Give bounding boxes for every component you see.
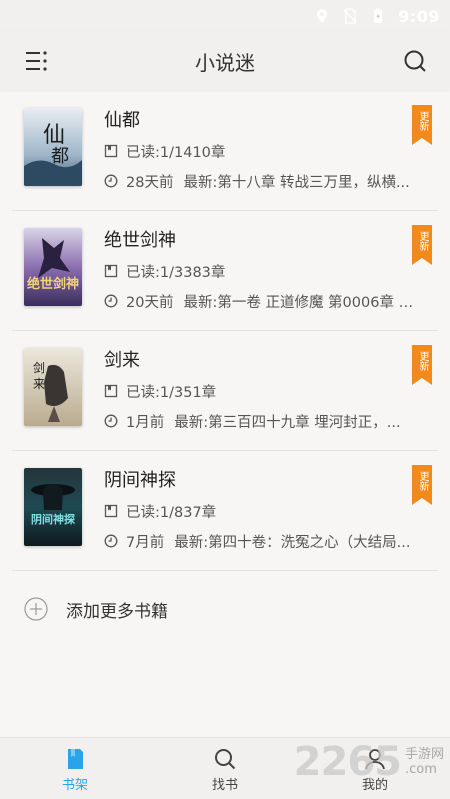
- bottom-tab-bar: 书架 找书 我的: [0, 737, 450, 799]
- app-header: 小说迷: [0, 32, 450, 90]
- tab-find-book[interactable]: 找书: [150, 738, 300, 799]
- page-title: 小说迷: [195, 50, 255, 75]
- book-item[interactable]: 剑 来 剑来 已读:1/351章 1月前 最新:第三百四十九章 埋河封正，...…: [0, 330, 450, 450]
- tab-label: 我的: [361, 778, 388, 793]
- plus-circle-icon: [24, 597, 48, 621]
- read-progress: 已读:1/837章: [126, 504, 217, 521]
- sim-off-icon: [343, 8, 357, 24]
- status-time: 9:09: [398, 6, 440, 26]
- svg-text:绝世剑神: 绝世剑神: [27, 276, 79, 292]
- menu-button[interactable]: [22, 46, 52, 76]
- book-item[interactable]: 仙 都 仙都 已读:1/1410章 28天前 最新:第十八章 转战三万里，纵横.…: [0, 90, 450, 210]
- latest-chapter: 最新:第四十卷：洗冤之心（大结局...: [174, 534, 411, 551]
- find-book-icon: [215, 749, 236, 770]
- book-title: 阴间神探: [104, 470, 176, 491]
- bookshelf-icon: [68, 749, 83, 769]
- profile-icon: [365, 749, 385, 770]
- add-more-label: 添加更多书籍: [66, 601, 168, 622]
- update-badge: 更新: [412, 345, 432, 385]
- menu-icon: [26, 51, 47, 71]
- latest-chapter: 最新:第一卷 正道修魔 第0006章 亡...: [183, 294, 424, 311]
- update-badge: 更新: [412, 465, 432, 505]
- latest-chapter: 最新:第三百四十九章 埋河封正，...: [174, 414, 401, 431]
- search-icon: [404, 50, 426, 72]
- book-item[interactable]: 绝世剑神 绝世剑神 已读:1/3383章 20天前 最新:第一卷 正道修魔 第0…: [0, 210, 450, 330]
- book-title: 仙都: [104, 110, 140, 131]
- book-cover: 绝世剑神: [24, 228, 82, 306]
- clock-icon: [104, 294, 118, 308]
- update-badge: 更新: [412, 225, 432, 265]
- search-button[interactable]: [400, 46, 430, 76]
- tab-label: 书架: [61, 778, 88, 793]
- svg-text:剑: 剑: [33, 360, 45, 375]
- read-progress: 已读:1/351章: [126, 384, 217, 401]
- location-icon: [317, 9, 328, 23]
- tab-bookshelf[interactable]: 书架: [0, 738, 150, 799]
- book-cover: 仙 都: [24, 108, 82, 186]
- update-time: 28天前: [126, 174, 174, 191]
- svg-text:仙: 仙: [43, 123, 65, 148]
- latest-chapter: 最新:第十八章 转战三万里，纵横...: [183, 174, 410, 191]
- update-time: 20天前: [126, 294, 174, 311]
- book-title: 剑来: [104, 350, 140, 371]
- book-cover: 剑 来: [24, 348, 82, 426]
- read-progress: 已读:1/1410章: [126, 144, 226, 161]
- book-list: 仙 都 仙都 已读:1/1410章 28天前 最新:第十八章 转战三万里，纵横.…: [0, 90, 450, 648]
- book-item[interactable]: 阴间神探 阴间神探 已读:1/837章 7月前 最新:第四十卷：洗冤之心（大结局…: [0, 450, 450, 570]
- clock-icon: [104, 414, 118, 428]
- read-progress: 已读:1/3383章: [126, 264, 226, 281]
- svg-text:来: 来: [33, 377, 45, 391]
- update-time: 7月前: [126, 534, 165, 551]
- bookmark-icon: [104, 384, 118, 398]
- update-badge: 更新: [412, 105, 432, 145]
- clock-icon: [104, 174, 118, 188]
- bookmark-icon: [104, 504, 118, 518]
- bookmark-icon: [104, 264, 118, 278]
- tab-profile[interactable]: 我的: [300, 738, 450, 799]
- clock-icon: [104, 534, 118, 548]
- battery-icon: [374, 8, 383, 23]
- book-cover: 阴间神探: [24, 468, 82, 546]
- status-bar: 9:09: [0, 0, 450, 32]
- svg-text:阴间神探: 阴间神探: [31, 512, 76, 526]
- svg-text:都: 都: [51, 146, 69, 167]
- add-more-books-button[interactable]: 添加更多书籍: [0, 570, 450, 648]
- update-time: 1月前: [126, 414, 165, 431]
- tab-label: 找书: [211, 778, 238, 793]
- book-title: 绝世剑神: [104, 230, 176, 251]
- bookmark-icon: [104, 144, 118, 158]
